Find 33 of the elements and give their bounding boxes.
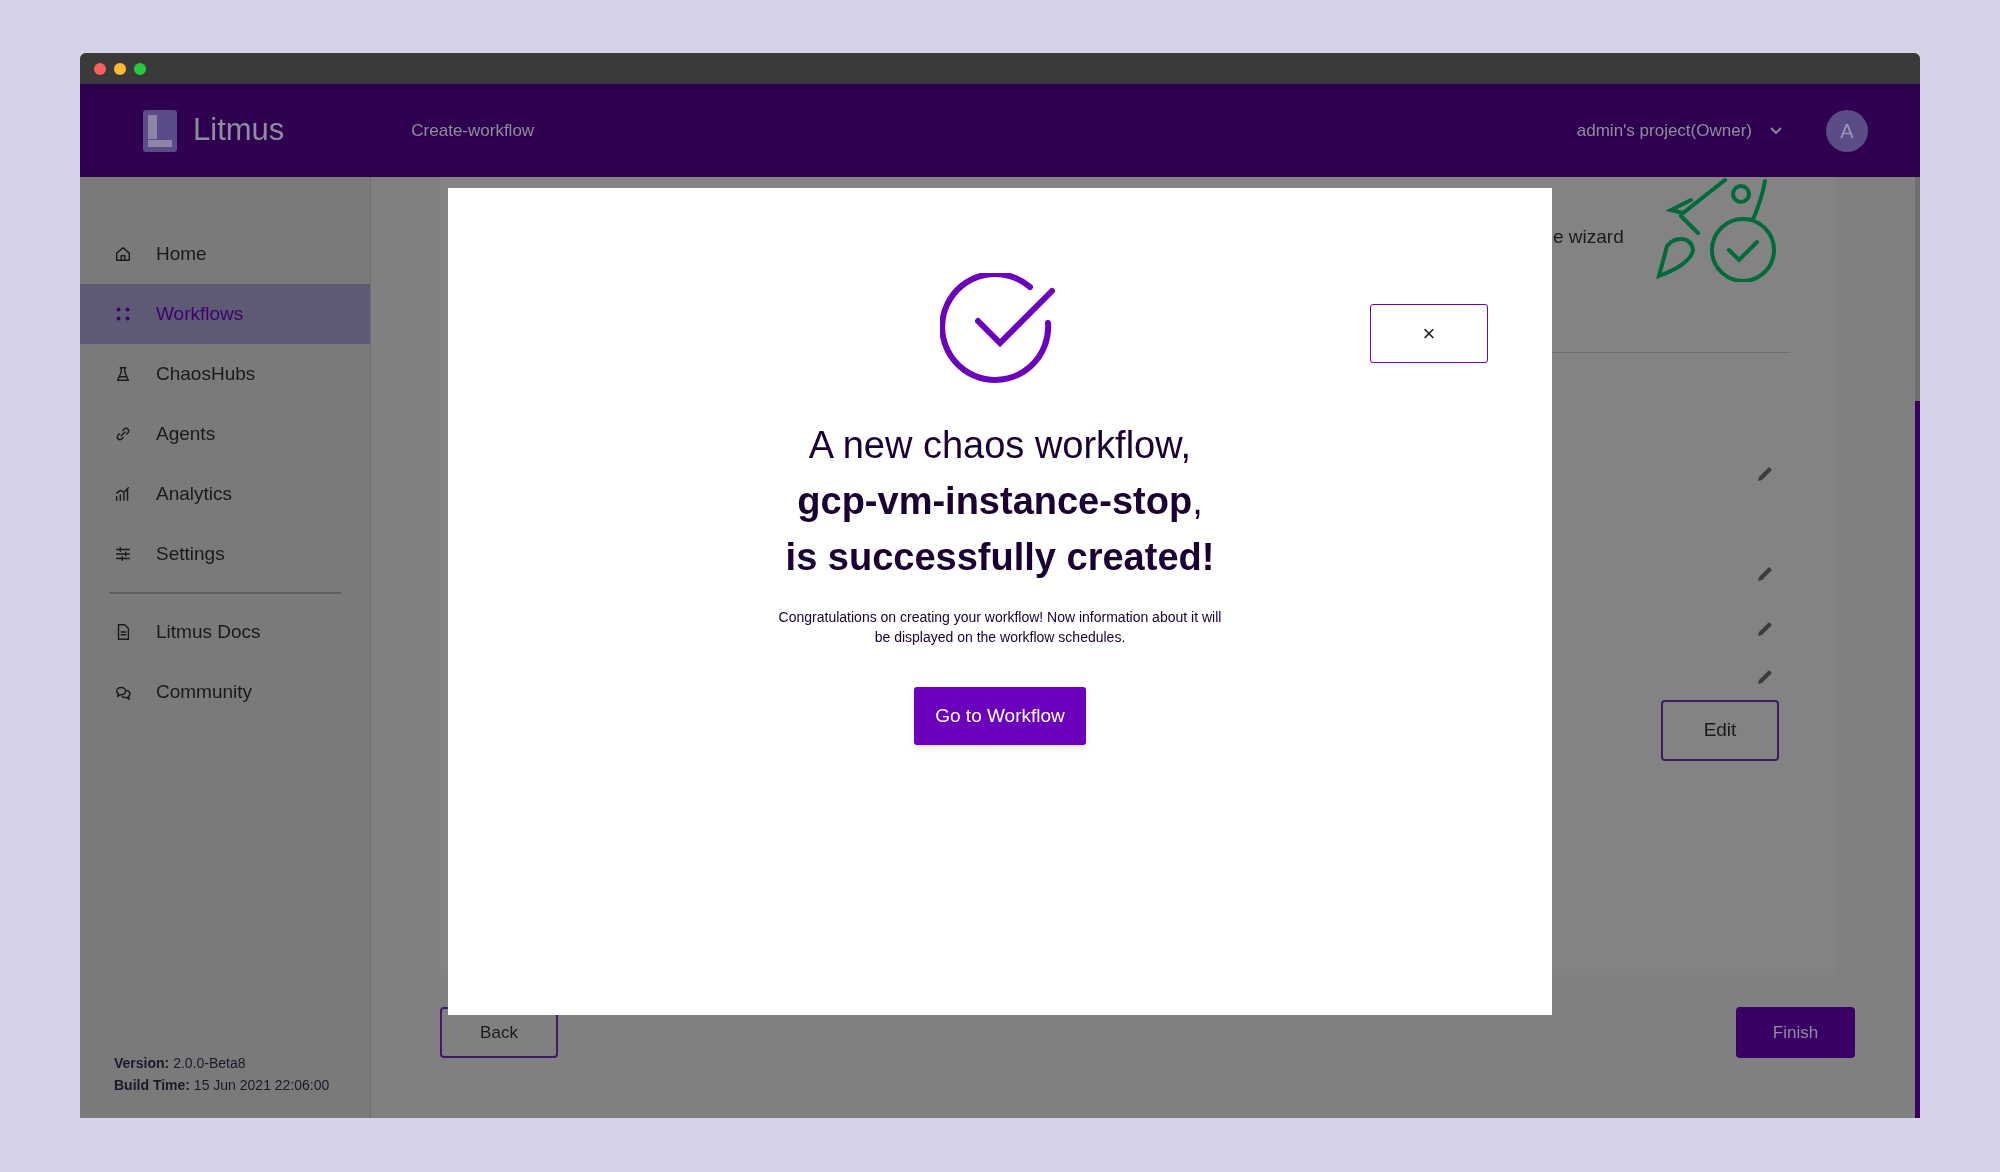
nav-link[interactable]: Litmus Docs — [80, 602, 370, 662]
close-button[interactable]: × — [1370, 304, 1488, 363]
finish-button[interactable]: Finish — [1736, 1007, 1855, 1058]
edit-button[interactable]: Edit — [1661, 700, 1779, 761]
go-to-workflow-button[interactable]: Go to Workflow — [914, 687, 1086, 745]
brand-name: Litmus — [193, 111, 285, 150]
nav-item[interactable]: Home — [80, 224, 370, 284]
nav-item[interactable]: Agents — [80, 404, 370, 464]
pencil-icon[interactable] — [1755, 564, 1775, 584]
success-title: A new chaos workflow, gcp-vm-instance-stop, is successfully created! — [785, 423, 1215, 580]
pencil-icon[interactable] — [1755, 619, 1775, 639]
dots-icon — [114, 305, 132, 323]
nav-item[interactable]: Analytics — [80, 464, 370, 524]
project-selector[interactable]: admin's project(Owner) — [1576, 117, 1782, 144]
logo-icon — [143, 109, 177, 152]
breadcrumb: Create-workflow — [411, 119, 535, 142]
chevron-down-icon — [1770, 126, 1782, 135]
flask-icon — [114, 365, 132, 383]
bar-chart-icon — [114, 485, 132, 503]
link-icon — [114, 425, 132, 443]
build-time-text: Build Time: 15 Jun 2021 22:06:00 — [114, 1076, 331, 1095]
avatar[interactable]: A — [1826, 109, 1868, 152]
wizard-text: e wizard — [1553, 225, 1624, 249]
pencil-icon[interactable] — [1755, 667, 1775, 687]
nav-link[interactable]: Community — [80, 662, 370, 722]
pencil-icon[interactable] — [1755, 464, 1775, 484]
nav-item[interactable]: Workflows — [80, 284, 370, 344]
version-text: Version: 2.0.0-Beta8 — [114, 1054, 247, 1073]
success-message: Congratulations on creating your workflow! Now information about it will be displayed on the workflow schedules. — [777, 608, 1223, 647]
nav-item[interactable]: Settings — [80, 524, 370, 584]
nav-item[interactable]: ChaosHubs — [80, 344, 370, 404]
house-icon — [114, 245, 132, 263]
sliders-icon — [114, 545, 132, 563]
